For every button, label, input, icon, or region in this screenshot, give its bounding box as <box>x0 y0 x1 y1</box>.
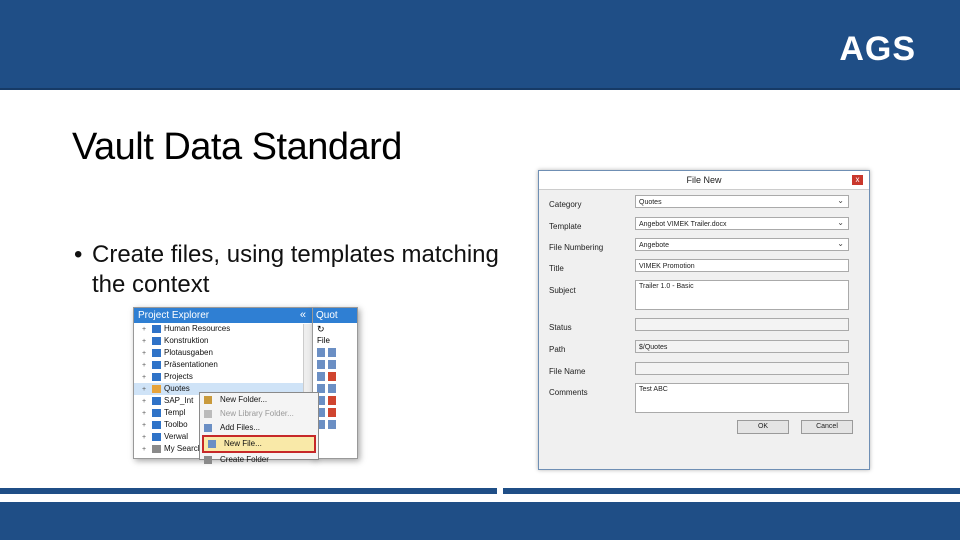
create-folder-icon <box>204 456 212 464</box>
folder-icon <box>152 420 161 429</box>
folder-icon <box>152 348 161 357</box>
tree-item-label: Präsentationen <box>164 360 218 369</box>
bullet-text: Create files, using templates matching t… <box>92 241 499 298</box>
file-row[interactable] <box>313 371 357 383</box>
file-icon <box>317 360 325 370</box>
tree-item-label: Verwal <box>164 432 189 441</box>
pdf-icon <box>328 408 336 418</box>
title-label: Title <box>549 264 564 273</box>
path-field: $/Quotes <box>635 340 849 353</box>
folder-icon <box>204 396 212 404</box>
refresh-row: ↻ <box>317 324 325 334</box>
collapse-icon[interactable]: « <box>300 308 306 323</box>
file-new-dialog: File New x Category Quotes Template Ange… <box>538 170 870 470</box>
folder-icon <box>152 432 161 441</box>
file-icon <box>317 348 325 358</box>
file-row[interactable] <box>313 347 357 359</box>
tree-item[interactable]: + Konstruktion <box>134 335 314 347</box>
category-select[interactable]: Quotes <box>635 194 849 208</box>
status-field <box>635 318 849 331</box>
status-label: Status <box>549 323 572 332</box>
template-select[interactable]: Angebot VIMEK Trailer.docx <box>635 216 849 230</box>
file-pane-header: Quot <box>313 308 357 323</box>
dialog-title: File New <box>539 171 869 190</box>
new-file-icon <box>208 440 216 448</box>
tree-item-label: Toolbo <box>164 420 188 429</box>
subject-label: Subject <box>549 286 576 295</box>
document-icon <box>328 348 336 358</box>
slide-title: Vault Data Standard <box>72 126 402 168</box>
document-icon <box>328 384 336 394</box>
template-label: Template <box>549 222 582 231</box>
comments-input[interactable]: Test ABC <box>635 383 849 413</box>
context-menu: New Folder... New Library Folder... Add … <box>199 392 319 464</box>
header-band: AGS <box>0 0 960 90</box>
tree-item-label: SAP_Int <box>164 396 194 405</box>
add-files-icon <box>204 424 212 432</box>
tree-item-label: My Search <box>164 444 203 453</box>
menu-item-new-folder[interactable]: New Folder... <box>200 393 318 407</box>
close-icon[interactable]: x <box>852 175 863 185</box>
tree-item[interactable]: + Präsentationen <box>134 359 314 371</box>
tree-item[interactable]: + Projects <box>134 371 314 383</box>
cancel-button[interactable]: Cancel <box>801 420 853 434</box>
menu-item-new-library-folder[interactable]: New Library Folder... <box>200 407 318 421</box>
file-row[interactable] <box>313 395 357 407</box>
file-row[interactable] <box>313 359 357 371</box>
bullet-item: • Create files, using templates matching… <box>74 240 534 300</box>
file-icon <box>317 372 325 382</box>
folder-icon <box>152 384 161 393</box>
file-row[interactable] <box>313 419 357 431</box>
file-row[interactable] <box>313 383 357 395</box>
file-row[interactable] <box>313 407 357 419</box>
project-explorer-header: Project Explorer « <box>134 308 314 323</box>
folder-icon <box>152 360 161 369</box>
menu-item-add-files[interactable]: Add Files... <box>200 421 318 435</box>
category-label: Category <box>549 200 582 209</box>
comments-label: Comments <box>549 388 588 397</box>
tree-item-label: Projects <box>164 372 193 381</box>
tree-item-label: Templ <box>164 408 186 417</box>
tree-item-label: Konstruktion <box>164 336 209 345</box>
pdf-icon <box>328 372 336 382</box>
path-label: Path <box>549 345 566 354</box>
bullet-marker: • <box>74 241 83 268</box>
expand-icon[interactable]: + <box>142 444 152 456</box>
folder-icon <box>152 372 161 381</box>
file-name-label: File Name <box>549 367 586 376</box>
tree-item[interactable]: + Plotausgaben <box>134 347 314 359</box>
footer-line <box>503 488 960 494</box>
ags-logo: AGS <box>839 30 916 68</box>
document-icon <box>328 360 336 370</box>
document-icon <box>328 420 336 430</box>
folder-icon <box>152 324 161 333</box>
tree-item[interactable]: + Human Resources <box>134 323 314 335</box>
library-folder-icon <box>204 410 212 418</box>
folder-icon <box>152 336 161 345</box>
folder-icon <box>152 396 161 405</box>
search-icon <box>152 444 161 453</box>
tree-item-label: Quotes <box>164 384 190 393</box>
subject-input[interactable]: Trailer 1.0 - Basic <box>635 280 849 310</box>
title-input[interactable]: VIMEK Promotion <box>635 259 849 272</box>
file-group-label[interactable]: File <box>313 335 357 347</box>
project-explorer-title: Project Explorer <box>138 310 210 321</box>
pdf-icon <box>328 396 336 406</box>
menu-item-create-folder[interactable]: Create Folder <box>200 453 318 467</box>
file-numbering-select[interactable]: Angebote <box>635 237 849 251</box>
tree-item-label: Human Resources <box>164 324 231 333</box>
file-numbering-label: File Numbering <box>549 243 604 252</box>
menu-item-new-file[interactable]: New File... <box>202 435 316 453</box>
folder-icon <box>152 408 161 417</box>
file-name-field <box>635 362 849 375</box>
ok-button[interactable]: OK <box>737 420 789 434</box>
tree-item-label: Plotausgaben <box>164 348 213 357</box>
footer-band <box>0 502 960 540</box>
footer-line <box>0 488 497 494</box>
